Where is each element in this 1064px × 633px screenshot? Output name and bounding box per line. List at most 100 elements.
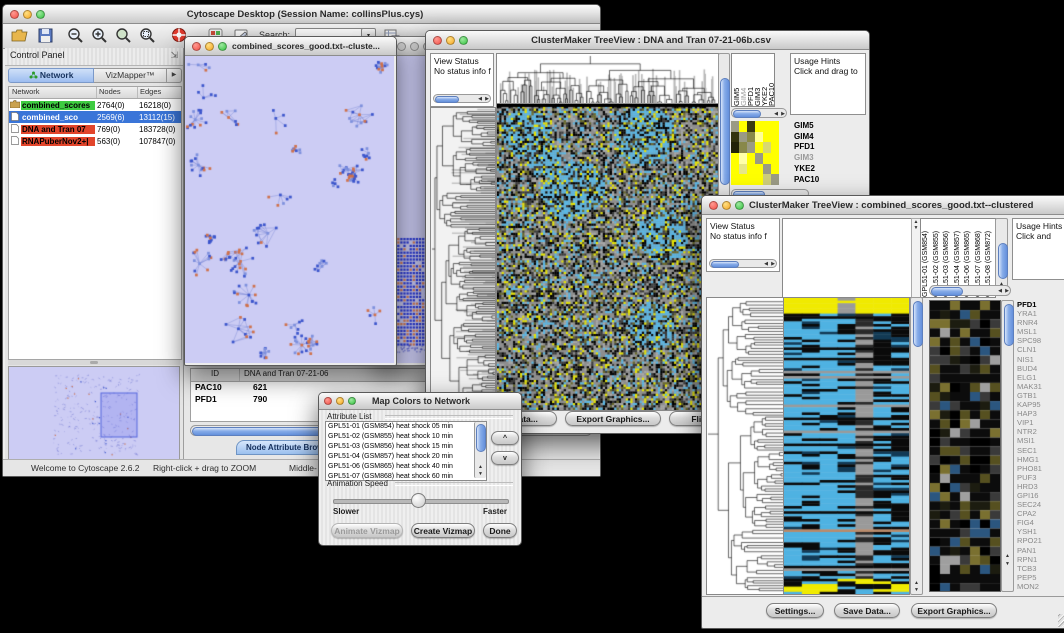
network-canvas[interactable]	[185, 56, 394, 363]
gene-label[interactable]: MAK31	[1017, 382, 1064, 391]
gene-label[interactable]: CLN1	[1017, 345, 1064, 354]
gene-label[interactable]: PFD1	[794, 142, 834, 153]
minimize-icon[interactable]	[410, 42, 419, 51]
gene-label[interactable]: HAP3	[1017, 409, 1064, 418]
zoom-fit-icon[interactable]	[139, 27, 156, 44]
gene-label[interactable]: ELG1	[1017, 373, 1064, 382]
gene-label[interactable]: RPN1	[1017, 555, 1064, 564]
gene-label[interactable]: CPA2	[1017, 509, 1064, 518]
zoom-out-icon[interactable]	[67, 27, 84, 44]
move-down-button[interactable]: v	[491, 451, 519, 465]
save-icon[interactable]	[37, 27, 54, 44]
col-header-nodes[interactable]: Nodes	[97, 87, 138, 98]
gene-label[interactable]: KAP95	[1017, 400, 1064, 409]
gene-label[interactable]: PAC10	[794, 175, 834, 186]
gene-label[interactable]: MSL1	[1017, 327, 1064, 336]
gene-label[interactable]: YRA1	[1017, 309, 1064, 318]
treeview2-gene-dendrogram[interactable]	[706, 297, 784, 595]
gene-label[interactable]: PAN1	[1017, 546, 1064, 555]
tab-vizmapper[interactable]: VizMapper™	[94, 68, 167, 83]
treeview1-gene-dendrogram[interactable]	[430, 107, 496, 411]
button-export-graphics-[interactable]: Export Graphics...	[565, 411, 661, 426]
column-label[interactable]: GIM5	[732, 54, 739, 106]
gene-label[interactable]: YKE2	[794, 164, 834, 175]
treeview1-heatmap[interactable]	[496, 103, 719, 411]
network-list-item[interactable]: combined_scores2764(0)16218(0)	[9, 99, 181, 111]
gene-label[interactable]: SEC1	[1017, 446, 1064, 455]
column-label[interactable]: YKE2	[760, 54, 767, 106]
main-titlebar[interactable]: Cytoscape Desktop (Session Name: collins…	[3, 5, 600, 24]
column-label[interactable]: GIM3	[753, 54, 760, 106]
close-icon[interactable]	[324, 397, 332, 405]
attribute-list-item[interactable]: GPL51-01 (GSM854) heat shock 05 min	[328, 422, 486, 432]
zoom-window-icon[interactable]	[459, 36, 468, 45]
create-vizmap-button[interactable]: Create Vizmap	[411, 523, 475, 538]
minimize-icon[interactable]	[446, 36, 455, 45]
animate-vizmap-button[interactable]: Animate Vizmap	[331, 523, 403, 538]
treeview1-titlebar[interactable]: ClusterMaker TreeView : DNA and Tran 07-…	[426, 31, 869, 50]
network-overview-thumbnail[interactable]	[8, 366, 180, 462]
col-header-network[interactable]: Network	[9, 87, 97, 98]
attribute-list-item[interactable]: GPL51-04 (GSM857) heat shock 20 min	[328, 452, 486, 462]
gene-label[interactable]: GIM4	[794, 132, 834, 143]
zoom-window-icon[interactable]	[735, 201, 744, 210]
gene-label[interactable]: VIP1	[1017, 418, 1064, 427]
gene-label[interactable]: MSI1	[1017, 436, 1064, 445]
treeview2-titlebar[interactable]: ClusterMaker TreeView : combined_scores_…	[702, 196, 1064, 215]
zoom-in-icon[interactable]	[91, 27, 108, 44]
close-icon[interactable]	[192, 42, 201, 51]
attribute-list-item[interactable]: GPL51-02 (GSM855) heat shock 10 min	[328, 432, 486, 442]
column-label[interactable]: PAC10	[767, 54, 774, 106]
button-settings-[interactable]: Settings...	[766, 603, 824, 618]
button-save-data-[interactable]: Save Data...	[834, 603, 900, 618]
gene-label[interactable]: YSH1	[1017, 527, 1064, 536]
panel-splitter[interactable]	[8, 360, 180, 365]
gene-label[interactable]: GTB1	[1017, 391, 1064, 400]
attribute-list-item[interactable]: GPL51-06 (GSM865) heat shock 40 min	[328, 462, 486, 472]
treeview1-status-hscrollbar[interactable]: ◀▶	[433, 94, 491, 103]
treeview2-heatmap[interactable]	[783, 297, 910, 595]
network-list-item[interactable]: combined_sco2569(6)13112(15)	[9, 111, 181, 123]
move-up-button[interactable]: ^	[491, 431, 519, 445]
treeview2-column-dendrogram[interactable]	[782, 218, 912, 298]
gene-label[interactable]: NTR2	[1017, 427, 1064, 436]
close-icon[interactable]	[709, 201, 718, 210]
gene-label[interactable]: PHO81	[1017, 464, 1064, 473]
zoom-selected-icon[interactable]	[115, 27, 132, 44]
gene-label[interactable]: PUF3	[1017, 473, 1064, 482]
tab-network[interactable]: Network	[8, 68, 94, 83]
gene-label[interactable]: PEP5	[1017, 573, 1064, 582]
speed-slider-thumb[interactable]	[411, 493, 426, 508]
zoom-window-icon[interactable]	[348, 397, 356, 405]
float-panel-icon[interactable]: ⇲	[170, 50, 178, 61]
treeview2-status-hscrollbar[interactable]: ◀▶	[709, 259, 777, 268]
treeview1-column-dendrogram[interactable]	[496, 53, 719, 105]
zoom-window-icon[interactable]	[218, 42, 227, 51]
minimize-icon[interactable]	[23, 10, 32, 19]
done-button[interactable]: Done	[483, 523, 517, 538]
minimize-icon[interactable]	[722, 201, 731, 210]
gene-label[interactable]: HMG1	[1017, 455, 1064, 464]
gene-label[interactable]: SPC98	[1017, 336, 1064, 345]
resize-grip[interactable]	[1058, 614, 1064, 627]
attribute-list-item[interactable]: GPL51-03 (GSM856) heat shock 15 min	[328, 442, 486, 452]
gene-label[interactable]: GIM3	[794, 153, 834, 164]
attribute-list-vscrollbar[interactable]: ▲▼	[474, 422, 486, 478]
network-view-titlebar[interactable]: combined_scores_good.txt--cluste...	[185, 37, 396, 56]
button-export-graphics-[interactable]: Export Graphics...	[911, 603, 997, 618]
minimize-icon[interactable]	[336, 397, 344, 405]
minimize-icon[interactable]	[205, 42, 214, 51]
treeview2-summary-heatmap[interactable]	[929, 300, 1001, 592]
gene-label[interactable]: NIS1	[1017, 355, 1064, 364]
treeview2-summary-vscrollbar[interactable]: ▲▼	[1001, 300, 1014, 592]
open-file-icon[interactable]	[11, 27, 28, 44]
treeview2-vscrollbar[interactable]: ▲▼	[910, 297, 923, 595]
col-header-edges[interactable]: Edges	[138, 87, 181, 98]
treeview2-summary-hscrollbar[interactable]: ◀▶	[929, 285, 1011, 296]
gene-label[interactable]: FIG4	[1017, 518, 1064, 527]
close-icon[interactable]	[433, 36, 442, 45]
zoom-window-icon[interactable]	[36, 10, 45, 19]
network-list-item[interactable]: RNAPuberNov2+|563(0)107847(0)	[9, 135, 181, 147]
column-label[interactable]: PFD1	[746, 54, 753, 106]
gene-label[interactable]: HRD3	[1017, 482, 1064, 491]
